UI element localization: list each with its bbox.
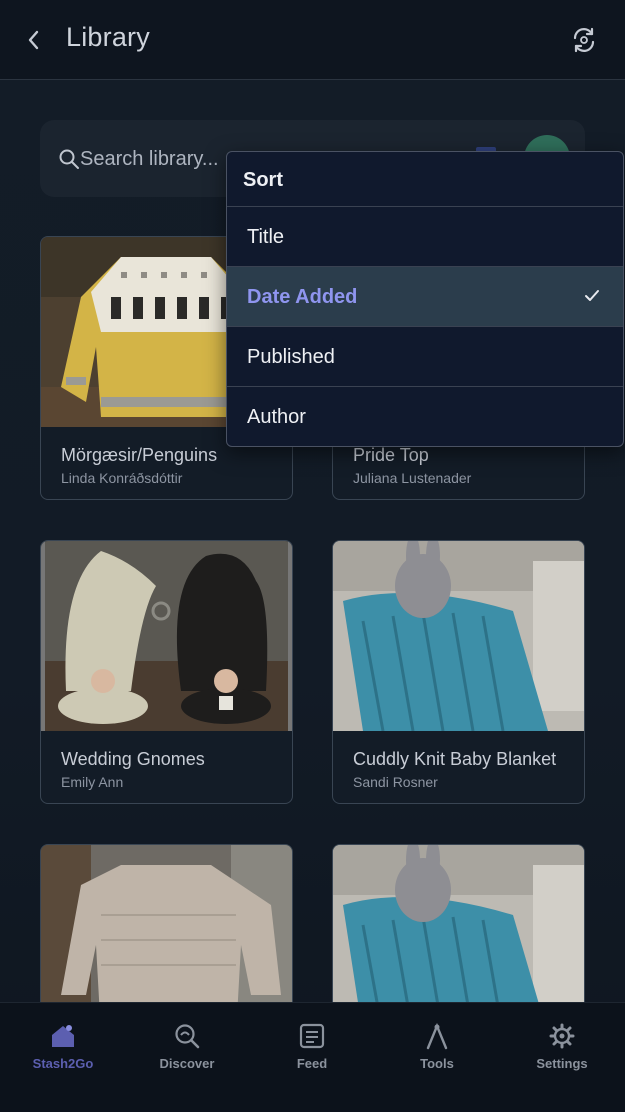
checkmark-icon — [585, 290, 599, 301]
chevron-left-icon — [28, 30, 39, 50]
pattern-thumbnail — [333, 541, 584, 731]
library-screen: Library Search library... Mörgæsir/Pengu… — [0, 0, 625, 1112]
sort-menu-header: Sort — [227, 152, 623, 207]
nav-label: Settings — [536, 1056, 588, 1071]
pattern-author: Linda Konráðsdóttir — [61, 470, 183, 486]
home-icon — [48, 1021, 78, 1051]
sort-option-label: Title — [247, 226, 285, 248]
settings-icon — [547, 1021, 577, 1051]
pattern-author: Emily Ann — [61, 774, 124, 790]
nav-label: Discover — [159, 1056, 215, 1071]
nav-label: Stash2Go — [32, 1056, 94, 1071]
sync-button[interactable] — [566, 22, 602, 58]
sort-option-date-added[interactable]: Date Added — [227, 267, 623, 327]
top-bar: Library — [0, 0, 625, 80]
pattern-thumbnail — [41, 541, 292, 731]
search-input[interactable] — [80, 144, 230, 174]
sort-menu: Sort Title Date Added Published Author — [226, 151, 624, 447]
nav-label: Tools — [420, 1056, 454, 1071]
nav-tools[interactable]: Tools — [387, 1021, 487, 1081]
sort-menu-title: Sort — [243, 169, 283, 191]
pattern-author: Juliana Lustenader — [353, 470, 472, 486]
sort-option-label: Date Added — [247, 286, 358, 308]
discover-icon — [172, 1021, 202, 1051]
feed-icon — [297, 1021, 327, 1051]
sort-option-label: Author — [247, 406, 306, 428]
nav-stash2go[interactable]: Stash2Go — [13, 1021, 113, 1081]
back-button[interactable] — [18, 22, 50, 58]
sort-option-author[interactable]: Author — [227, 387, 623, 446]
page-title: Library — [66, 22, 150, 52]
sort-option-published[interactable]: Published — [227, 327, 623, 387]
pattern-card[interactable]: Wedding Gnomes Emily Ann — [40, 540, 293, 804]
sync-icon — [573, 27, 595, 53]
nav-settings[interactable]: Settings — [512, 1021, 612, 1081]
pattern-title: Cuddly Knit Baby Blanket — [353, 749, 557, 769]
pattern-title: Mörgæsir/Penguins — [61, 445, 218, 465]
bottom-nav: Stash2Go Discover Feed Tools Settings — [0, 1002, 625, 1112]
nav-label: Feed — [296, 1056, 328, 1071]
pattern-card[interactable]: Cuddly Knit Baby Blanket Sandi Rosner — [332, 540, 585, 804]
sort-option-title[interactable]: Title — [227, 207, 623, 267]
pattern-title: Pride Top — [353, 445, 429, 465]
sort-option-label: Published — [247, 346, 335, 368]
nav-feed[interactable]: Feed — [262, 1021, 362, 1081]
nav-discover[interactable]: Discover — [137, 1021, 237, 1081]
pattern-author: Sandi Rosner — [353, 774, 438, 790]
tools-icon — [422, 1021, 452, 1051]
search-icon — [59, 149, 79, 169]
pattern-title: Wedding Gnomes — [61, 749, 205, 769]
